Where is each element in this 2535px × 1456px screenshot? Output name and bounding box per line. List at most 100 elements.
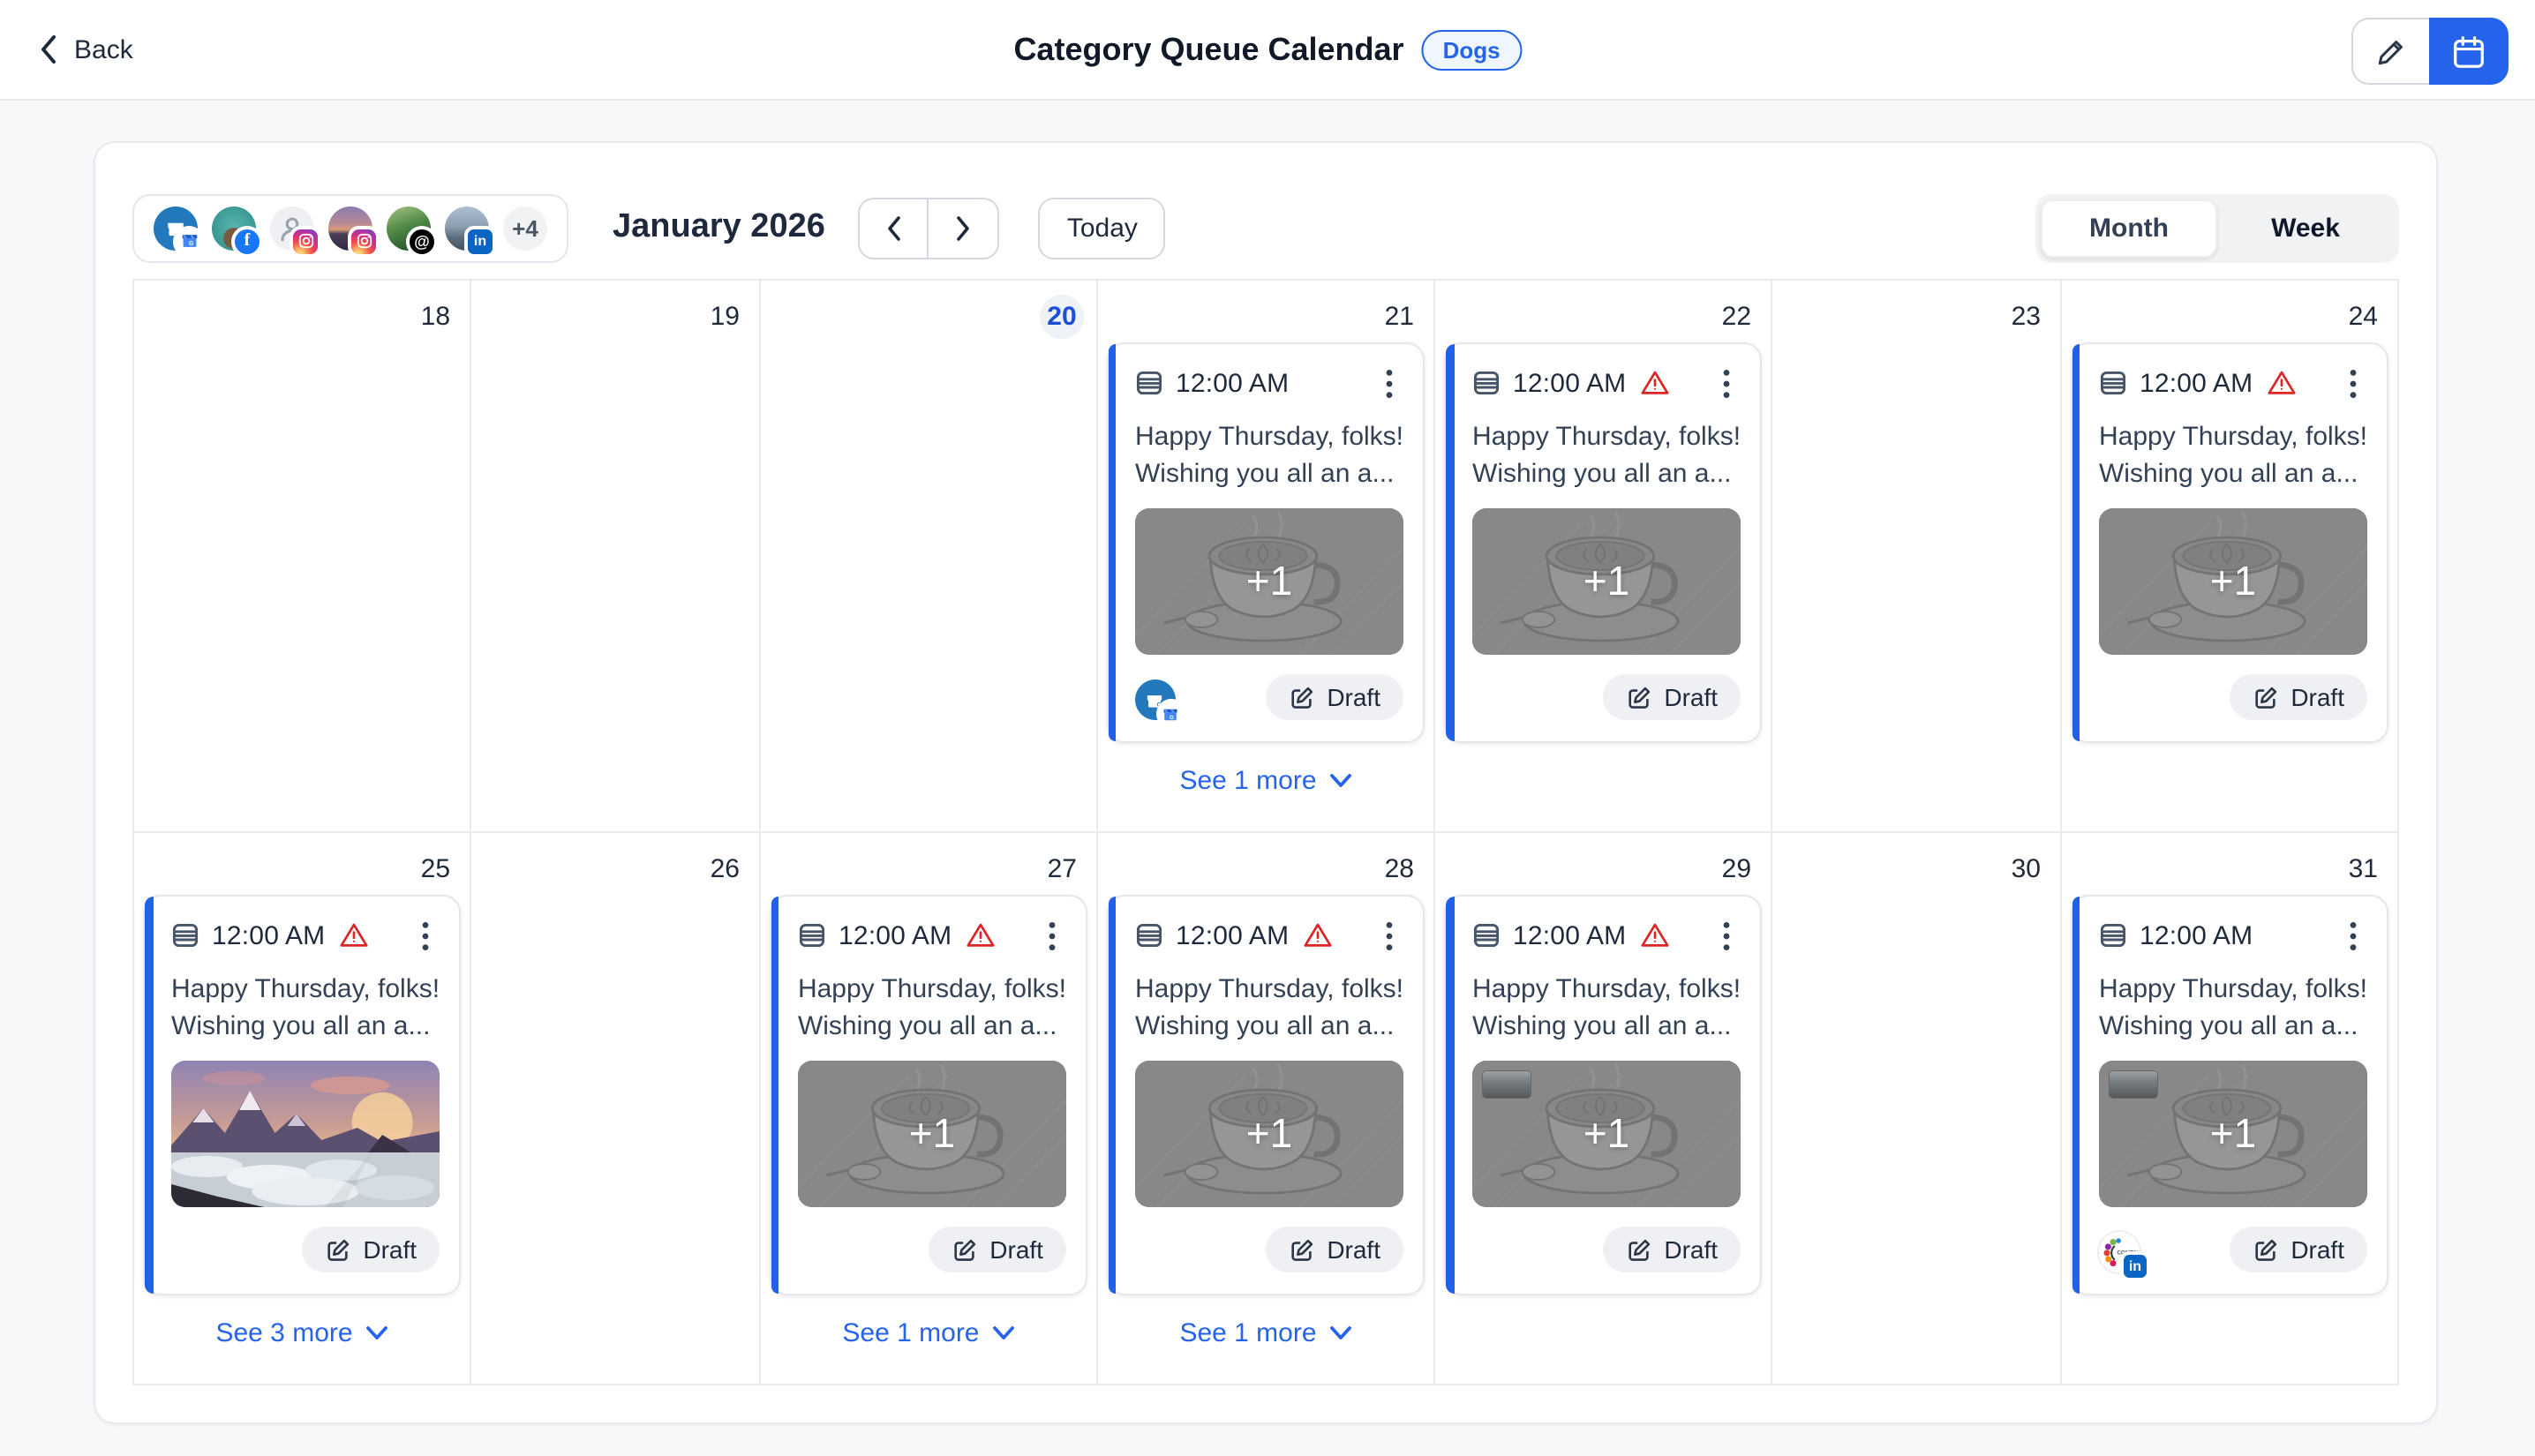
post-image[interactable] [171,1061,440,1207]
see-more-button[interactable]: See 1 more [842,1318,1014,1348]
post-card[interactable]: 12:00 AM Happy Thursday, folks!Wishing y… [143,895,461,1295]
day-number: 27 [1048,853,1077,883]
avatar-instagram-placeholder [270,206,314,250]
post-time: 12:00 AM [1513,920,1626,950]
edit-button[interactable] [2351,18,2429,85]
svg-text:G: G [188,241,192,247]
calendar-day[interactable]: 22 12:00 AM Happy Thursday, folks!Wishin… [1435,281,1772,833]
threads-badge-icon: @ [406,225,438,257]
post-accent-bar [1446,344,1454,741]
pencil-icon [2374,34,2408,68]
chevron-down-icon [365,1325,388,1341]
post-image[interactable]: +1 [1472,508,1741,655]
draft-label: Draft [2291,1235,2344,1264]
post-menu-button[interactable] [411,918,440,953]
queue-icon [2099,921,2127,949]
post-accent-bar [145,897,153,1294]
calendar-day[interactable]: 28 12:00 AM Happy Thursday, folks!Wishin… [1098,833,1435,1385]
day-number: 30 [2012,853,2041,883]
post-card[interactable]: 12:00 AM Happy Thursday, folks!Wishing y… [2071,342,2388,743]
prev-month-button[interactable] [861,199,929,257]
day-number: 28 [1385,853,1414,883]
post-time: 12:00 AM [212,920,325,950]
post-card[interactable]: 12:00 AM Happy Thursday, folks!Wishing y… [770,895,1087,1295]
top-bar: Back Category Queue Calendar Dogs [0,0,2535,101]
post-menu-button[interactable] [1712,365,1741,401]
warning-icon [966,921,996,949]
see-more-button[interactable]: See 1 more [1179,1318,1351,1348]
calendar-day[interactable]: 31 12:00 AM Happy Thursday, folks!Wishin… [2062,833,2399,1385]
draft-label: Draft [1664,683,1718,711]
profiles-overflow-chip[interactable]: +4 [503,206,547,250]
company-logo-avatar: COMPANY in [2099,1232,2140,1272]
queue-icon [2099,369,2127,397]
calendar-day[interactable]: 21 12:00 AM Happy Thursday, folks!Wishin… [1098,281,1435,833]
post-time: 12:00 AM [839,920,952,950]
see-more-button[interactable]: See 1 more [1179,766,1351,796]
post-menu-button[interactable] [1712,918,1741,953]
calendar-day[interactable]: 24 12:00 AM Happy Thursday, folks!Wishin… [2062,281,2399,833]
image-more-count: +1 [1472,1061,1741,1207]
image-more-count: +1 [1472,508,1741,655]
view-toggle-week[interactable]: Week [2217,199,2394,257]
image-more-count: +1 [1135,508,1403,655]
post-menu-button[interactable] [1375,918,1403,953]
instagram-badge-icon [290,225,321,257]
post-card[interactable]: 12:00 AM Happy Thursday, folks!Wishing y… [1107,895,1425,1295]
draft-badge: Draft [2229,674,2367,720]
warning-icon [339,921,369,949]
queue-icon [1472,369,1501,397]
draft-label: Draft [1327,1235,1380,1264]
calendar-view-button[interactable] [2429,18,2509,85]
calendar-day[interactable]: 27 12:00 AM Happy Thursday, folks!Wishin… [761,833,1098,1385]
post-image[interactable]: +1 [1135,508,1403,655]
post-text: Happy Thursday, folks!Wishing you all an… [1472,971,1741,1045]
avatar-threads: @ [387,206,431,250]
calendar-day[interactable]: 25 12:00 AM Happy Thursday, folks!Wishin… [134,833,471,1385]
google-business-badge-icon: G [1156,699,1186,729]
post-card[interactable]: 12:00 AM Happy Thursday, folks!Wishing y… [1444,342,1762,743]
post-menu-button[interactable] [1375,365,1403,401]
draft-pencil-icon [1625,1236,1651,1263]
today-button[interactable]: Today [1039,197,1166,259]
google-business-avatar: G G [1135,679,1176,720]
calendar-day[interactable]: 20 [761,281,1098,833]
post-menu-button[interactable] [1038,918,1066,953]
queue-icon [798,921,826,949]
post-menu-button[interactable] [2339,918,2367,953]
calendar-day[interactable]: 26 [471,833,761,1385]
calendar-day[interactable]: 19 [471,281,761,833]
post-card[interactable]: 12:00 AM Happy Thursday, folks!Wishing y… [2071,895,2388,1295]
profiles-bar[interactable]: G G f [132,193,568,262]
back-button[interactable]: Back [39,0,133,99]
see-more-button[interactable]: See 3 more [215,1318,387,1348]
post-image[interactable]: +1 [798,1061,1066,1207]
post-menu-button[interactable] [2339,365,2367,401]
post-image[interactable]: +1 [1472,1061,1741,1207]
back-label: Back [74,34,133,64]
draft-badge: Draft [301,1227,440,1272]
chevron-down-icon [992,1325,1015,1341]
draft-label: Draft [363,1235,417,1264]
image-more-count: +1 [2099,508,2367,655]
header-actions [2351,18,2509,85]
calendar-icon [2450,33,2487,70]
category-badge[interactable]: Dogs [1422,29,1522,70]
view-toggle-month[interactable]: Month [2041,199,2217,257]
calendar-day[interactable]: 23 [1772,281,2062,833]
post-text: Happy Thursday, folks!Wishing you all an… [1472,418,1741,492]
post-image[interactable]: +1 [2099,1061,2367,1207]
queue-icon [1135,921,1163,949]
next-month-button[interactable] [929,199,998,257]
post-text: Happy Thursday, folks!Wishing you all an… [171,971,440,1045]
calendar-day[interactable]: 29 12:00 AM Happy Thursday, folks!Wishin… [1435,833,1772,1385]
post-card[interactable]: 12:00 AM Happy Thursday, folks!Wishing y… [1107,342,1425,743]
app-window: Back Category Queue Calendar Dogs G G [0,0,2535,1456]
post-card[interactable]: 12:00 AM Happy Thursday, folks!Wishing y… [1444,895,1762,1295]
calendar-day[interactable]: 30 [1772,833,2062,1385]
calendar-day[interactable]: 18 [134,281,471,833]
chevron-down-icon [1329,773,1352,789]
post-image[interactable]: +1 [1135,1061,1403,1207]
post-image[interactable]: +1 [2099,508,2367,655]
post-time: 12:00 AM [2140,368,2253,398]
